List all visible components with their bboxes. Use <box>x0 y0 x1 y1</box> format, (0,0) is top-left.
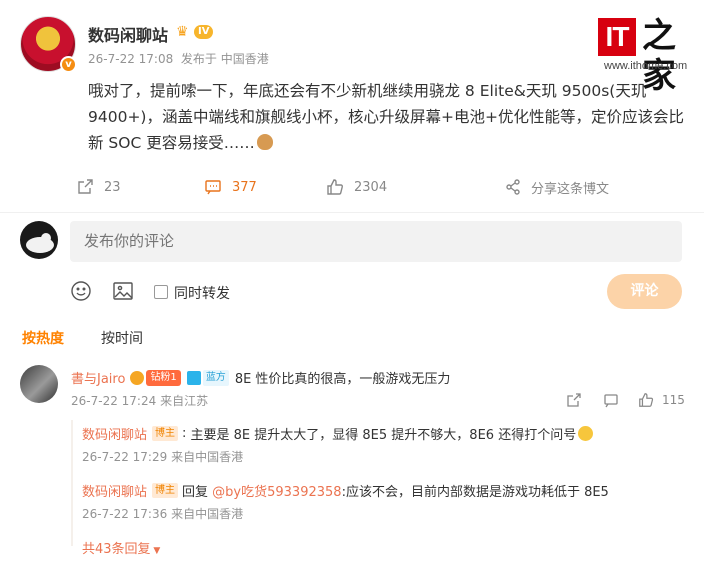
post-text: 哦对了，提前嗦一下，年底还会有不少新机继续用骁龙 8 Elite&天玑 9500… <box>88 78 688 156</box>
reply-meta: 26-7-22 17:36 来自中国香港 <box>82 505 243 522</box>
comment-time: 26-7-22 17:24 <box>71 394 157 408</box>
share-button[interactable]: 分享这条博文 <box>505 172 609 202</box>
comment-icon <box>205 180 221 195</box>
divider <box>0 212 704 213</box>
share-icon <box>506 179 520 195</box>
comment-button[interactable]: 377 <box>204 172 257 202</box>
like-count: 2304 <box>354 179 388 195</box>
repost-icon <box>78 179 93 194</box>
repost-checkbox[interactable] <box>154 285 168 299</box>
commenter-avatar[interactable] <box>20 365 58 403</box>
comment-repost-icon[interactable] <box>566 391 582 409</box>
submit-comment-button[interactable]: 评论 <box>607 274 682 309</box>
like-button[interactable]: 2304 <box>326 172 387 202</box>
fans-tag: 钻粉1 <box>146 369 181 386</box>
reply-line: 数码闲聊站 博主 : 主要是 8E 提升太大了，显得 8E5 提升不够大，8E6… <box>82 424 594 443</box>
reply-author[interactable]: 数码闲聊站 <box>82 424 147 443</box>
blue-side-tag: 蓝方 <box>202 369 229 386</box>
laugh-cry-emoji-icon <box>578 426 594 441</box>
post-source: 发布于 中国香港 <box>180 52 269 66</box>
more-replies-label: 共43条回复 <box>82 542 151 557</box>
logo-it-mark: IT <box>598 18 636 56</box>
comment-count: 377 <box>232 179 257 195</box>
fan-badge-icon <box>130 370 145 385</box>
more-replies-link[interactable]: 共43条回复 ▼ <box>82 538 160 557</box>
ithome-logo: IT 之家 www.ithome.com <box>598 14 694 96</box>
reply-location: 来自中国香港 <box>171 450 244 464</box>
logo-url: www.ithome.com <box>604 60 688 72</box>
reply-author[interactable]: 数码闲聊站 <box>82 481 147 500</box>
tab-sort-by-hot[interactable]: 按热度 <box>22 328 64 348</box>
host-tag: 博主 <box>152 483 179 498</box>
post-body: 哦对了，提前嗦一下，年底还会有不少新机继续用骁龙 8 Elite&天玑 9500… <box>88 82 684 152</box>
verified-badge-icon: v <box>60 56 77 73</box>
host-tag: 博主 <box>152 426 179 441</box>
share-label: 分享这条博文 <box>531 181 610 197</box>
tab-sort-by-time[interactable]: 按时间 <box>101 328 143 348</box>
blue-side-icon <box>186 370 201 385</box>
post-meta: 26-7-22 17:08 发布于 中国香港 <box>88 50 269 67</box>
chevron-down-icon: ▼ <box>150 546 161 556</box>
reply-prefix: 回复 <box>182 485 209 500</box>
crown-icon: ♛ <box>176 24 189 40</box>
reply-meta: 26-7-22 17:29 来自中国香港 <box>82 448 243 465</box>
repost-checkbox-label[interactable]: 同时转发 <box>174 283 230 303</box>
comment-reply-icon[interactable] <box>603 391 619 409</box>
reply-time: 26-7-22 17:36 <box>82 507 168 521</box>
repost-count: 23 <box>104 179 121 195</box>
comment-input[interactable] <box>70 221 682 262</box>
repost-button[interactable]: 23 <box>76 172 121 202</box>
like-icon <box>327 179 343 195</box>
comment-meta: 26-7-22 17:24 来自江苏 <box>71 392 208 409</box>
reply-location: 来自中国香港 <box>171 507 244 521</box>
reply-mention[interactable]: @by吃货593392358 <box>212 481 341 500</box>
reply-line: 数码闲聊站 博主 回复 @by吃货593392358 :应该不会，目前内部数据是… <box>82 481 609 500</box>
reply-colon: : <box>182 426 191 441</box>
emoji-icon[interactable] <box>70 280 92 302</box>
avatar-figure-icon <box>26 233 54 253</box>
like-icon <box>639 393 654 407</box>
comment-location: 来自江苏 <box>160 394 209 408</box>
reply-text: 主要是 8E 提升太大了，显得 8E5 提升不够大，8E6 还得打个问号 <box>190 428 577 443</box>
comment-like-count: 115 <box>662 393 685 407</box>
post-action-bar: 23 377 2304 分享这条博文 <box>0 172 704 202</box>
money-bag-emoji-icon <box>256 134 273 150</box>
commenter-name[interactable]: 書与Jairo <box>71 368 125 387</box>
reply-text: :应该不会，目前内部数据是游戏功耗低于 8E5 <box>341 485 609 500</box>
comment-like-button[interactable]: 115 <box>638 391 685 409</box>
post-time[interactable]: 26-7-22 17:08 <box>88 52 173 66</box>
replies-rule <box>71 420 73 546</box>
comment-text: 8E 性价比真的很高，一般游戏无压力 <box>234 372 451 387</box>
reply-time: 26-7-22 17:29 <box>82 450 168 464</box>
level-badge: IV <box>194 25 214 39</box>
current-user-avatar[interactable] <box>20 221 58 259</box>
poster-name[interactable]: 数码闲聊站 <box>88 22 168 46</box>
image-icon[interactable] <box>112 280 134 302</box>
comment-line: 書与Jairo 钻粉1 蓝方 8E 性价比真的很高，一般游戏无压力 <box>71 368 450 387</box>
